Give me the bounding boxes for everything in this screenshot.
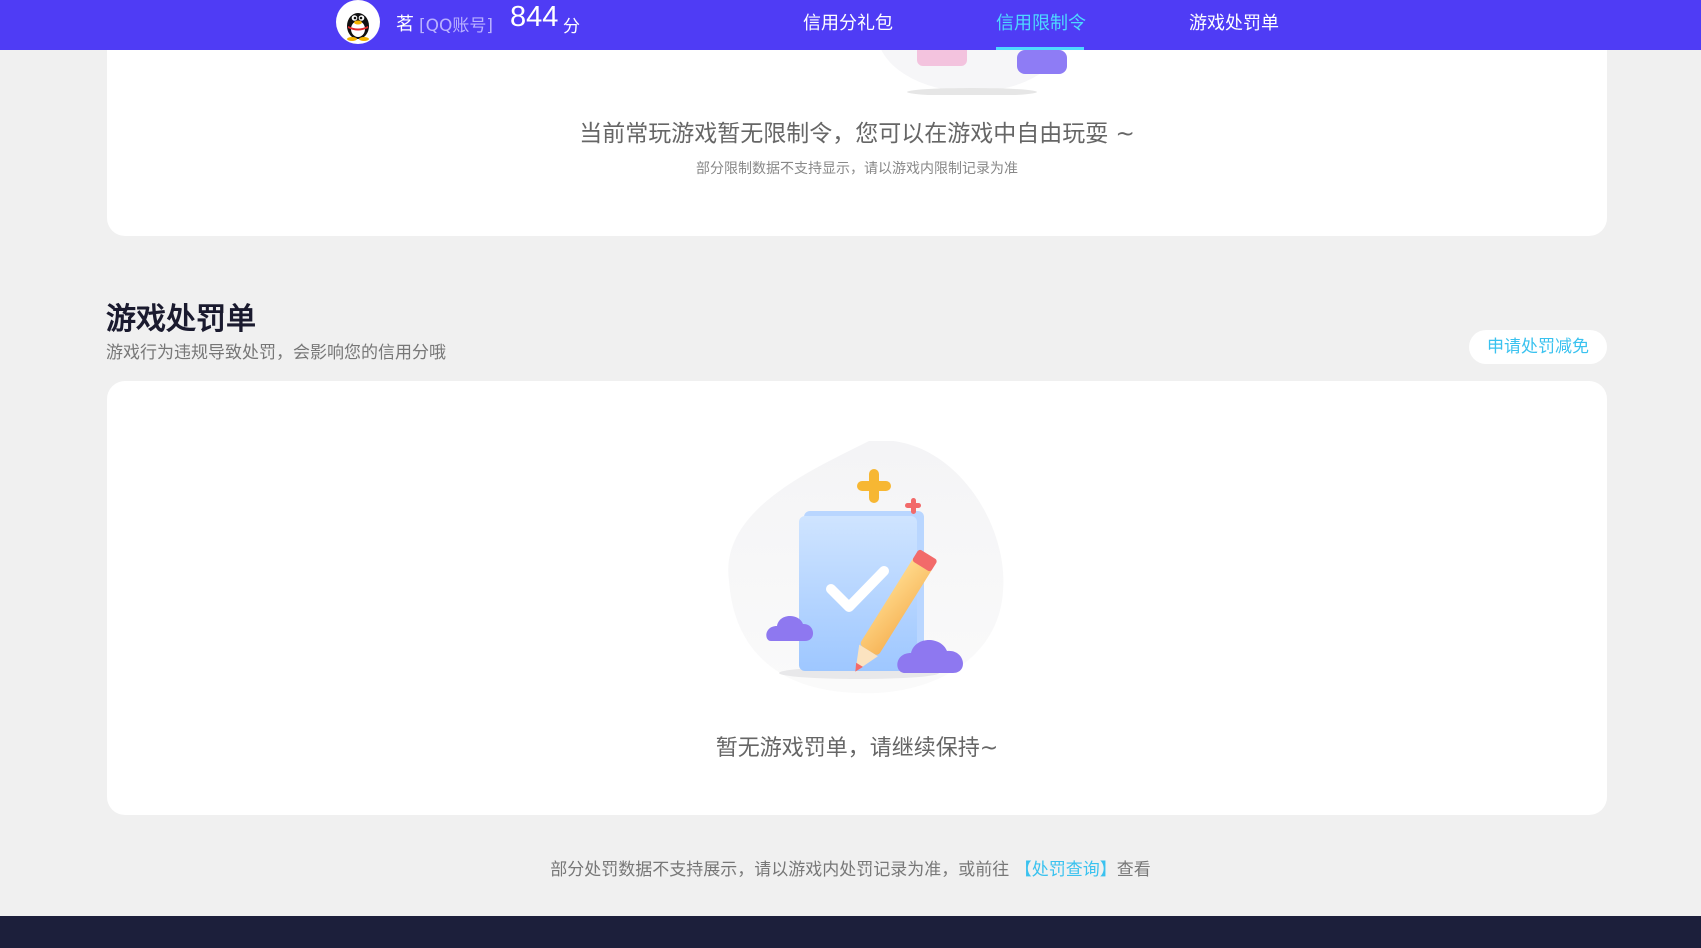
tab-credit-gift[interactable]: 信用分礼包 <box>803 9 893 35</box>
top-nav-bar: 茗 [QQ账号] 844 分 信用分礼包 信用限制令 游戏处罚单 <box>0 0 1701 50</box>
restriction-note: 部分限制数据不支持显示，请以游戏内限制记录为准 <box>696 161 1018 177</box>
account-type-tag: [QQ账号] <box>419 16 494 36</box>
tab-game-penalty[interactable]: 游戏处罚单 <box>1189 9 1279 35</box>
penalty-footnote: 部分处罚数据不支持展示，请以游戏内处罚记录为准，或前往 【处罚查询】查看 <box>0 855 1701 880</box>
penalty-query-link[interactable]: 【处罚查询】 <box>1015 860 1117 880</box>
credit-score-unit: 分 <box>563 17 580 37</box>
footnote-prefix: 部分处罚数据不支持展示，请以游戏内处罚记录为准，或前往 <box>550 860 1010 880</box>
empty-penalty-clipboard-pencil-illustration <box>728 441 1004 694</box>
page-footer <box>0 916 1701 948</box>
penalty-card: 暂无游戏罚单，请继续保持~ <box>107 381 1607 815</box>
credit-score-value: 844 <box>510 1 559 33</box>
qq-penguin-avatar-icon[interactable] <box>336 0 380 44</box>
active-tab-underline <box>996 47 1084 50</box>
user-nickname: 茗 <box>396 14 414 35</box>
restriction-empty-message: 当前常玩游戏暂无限制令，您可以在游戏中自由玩耍 ~ <box>579 121 1135 147</box>
penalty-empty-message: 暂无游戏罚单，请继续保持~ <box>715 736 999 761</box>
apply-penalty-reduction-button[interactable]: 申请处罚减免 <box>1469 330 1607 364</box>
penalty-section-description: 游戏行为违规导致处罚，会影响您的信用分哦 <box>106 343 446 363</box>
tab-credit-restriction[interactable]: 信用限制令 <box>996 9 1086 35</box>
footnote-suffix: 查看 <box>1116 860 1151 880</box>
penalty-section-title: 游戏处罚单 <box>106 302 256 337</box>
